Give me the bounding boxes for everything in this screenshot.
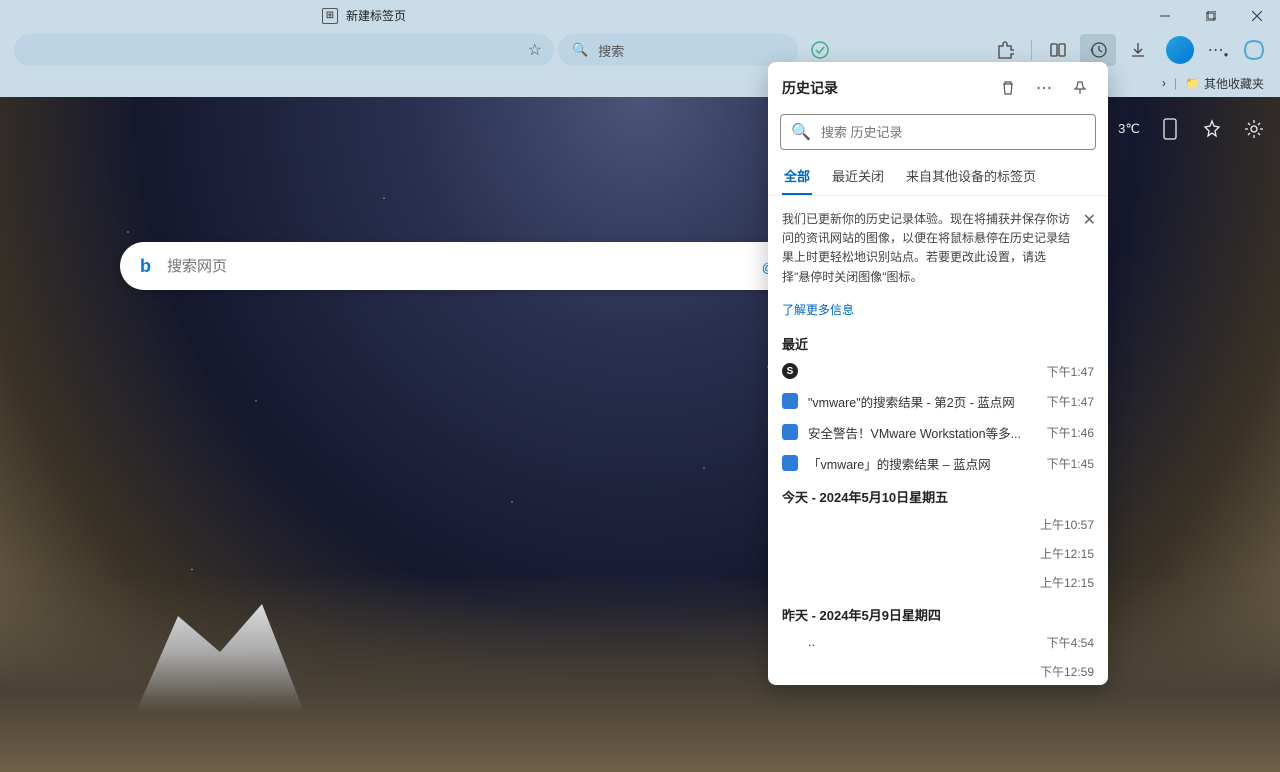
section-today: 今天 - 2024年5月10日星期五: [768, 479, 1108, 510]
favicon: [782, 663, 798, 679]
mobile-icon[interactable]: [1158, 117, 1182, 141]
chevron-right-icon[interactable]: ›: [1154, 76, 1174, 90]
favicon: [782, 516, 798, 532]
profile-avatar[interactable]: [1166, 36, 1194, 64]
history-item[interactable]: 上午10:57: [768, 510, 1108, 539]
history-item-time: 下午4:54: [1047, 634, 1094, 651]
minimize-button[interactable]: [1142, 0, 1188, 31]
more-icon[interactable]: ⋯●: [1204, 34, 1232, 66]
titlebar: ⊞ 新建标签页: [0, 0, 1280, 31]
history-item-title: ..: [808, 635, 1037, 649]
pin-icon[interactable]: [1066, 74, 1094, 102]
close-button[interactable]: [1234, 0, 1280, 31]
history-notice: 我们已更新你的历史记录体验。现在将捕获并保存你访问的资讯网站的图像，以便在将鼠标…: [780, 206, 1096, 291]
history-search-input[interactable]: [821, 125, 1085, 140]
history-item[interactable]: S 下午1:47: [768, 357, 1108, 386]
history-item-title: "vmware"的搜索结果 - 第2页 - 蓝点网: [808, 392, 1037, 411]
favicon: [782, 393, 798, 409]
history-item-time: 上午10:57: [1040, 516, 1094, 533]
notice-text: 我们已更新你的历史记录体验。现在将捕获并保存你访问的资讯网站的图像，以便在将鼠标…: [782, 212, 1070, 284]
favicon: S: [782, 363, 798, 379]
folder-icon: 📁: [1185, 76, 1200, 90]
newtab-icon: ⊞: [322, 8, 338, 24]
bing-logo-icon: b: [140, 256, 151, 277]
address-bar[interactable]: ☆: [14, 34, 554, 66]
ntp-search-input[interactable]: [167, 258, 746, 275]
search-placeholder: 搜索: [598, 41, 624, 60]
history-item-time: 上午12:15: [1040, 545, 1094, 562]
learn-more-link[interactable]: 了解更多信息: [782, 301, 1094, 318]
history-item-time: 下午1:47: [1047, 363, 1094, 380]
history-item[interactable]: 安全警告！VMware Workstation等多... 下午1:46: [768, 417, 1108, 448]
favicon: [782, 424, 798, 440]
other-bookmarks[interactable]: 📁 其他收藏夹: [1177, 75, 1272, 92]
history-item-title: 安全警告！VMware Workstation等多...: [808, 423, 1037, 442]
search-icon: 🔍: [572, 42, 588, 58]
section-yesterday: 昨天 - 2024年5月9日星期四: [768, 597, 1108, 628]
ntp-top-right: 3℃: [1118, 117, 1266, 141]
settings-icon[interactable]: [1242, 117, 1266, 141]
history-item-time: 上午12:15: [1040, 574, 1094, 591]
history-item[interactable]: "vmware"的搜索结果 - 第2页 - 蓝点网下午1:47: [768, 386, 1108, 417]
history-body: 我们已更新你的历史记录体验。现在将捕获并保存你访问的资讯网站的图像，以便在将鼠标…: [768, 196, 1108, 685]
history-panel: 历史记录 ⋯ 🔍 全部 最近关闭 来自其他设备的标签页 我们已更新你的历史记录体…: [768, 62, 1108, 685]
favicon: [782, 545, 798, 561]
other-bookmarks-label: 其他收藏夹: [1204, 75, 1264, 92]
tab-title: 新建标签页: [346, 7, 406, 24]
history-item[interactable]: 下午12:59: [768, 657, 1108, 685]
tab-all[interactable]: 全部: [782, 160, 812, 195]
downloads-icon[interactable]: [1120, 34, 1156, 66]
more-options-icon[interactable]: ⋯: [1030, 74, 1058, 102]
temperature[interactable]: 3℃: [1118, 121, 1140, 137]
history-item-title: 「vmware」的搜索结果 – 蓝点网: [808, 454, 1037, 473]
history-search[interactable]: 🔍: [780, 114, 1096, 150]
search-icon: 🔍: [791, 122, 811, 142]
favorite-icon[interactable]: ☆: [528, 40, 542, 60]
history-item[interactable]: .. 下午4:54: [768, 628, 1108, 657]
window-controls: [1142, 0, 1280, 31]
notice-close-icon[interactable]: ✕: [1083, 208, 1096, 234]
history-item-time: 下午12:59: [1040, 663, 1094, 680]
history-item[interactable]: 上午12:15: [768, 568, 1108, 597]
favicon: [782, 574, 798, 590]
section-recent: 最近: [768, 326, 1108, 357]
tab-recently-closed[interactable]: 最近关闭: [830, 160, 886, 195]
favicon: [782, 455, 798, 471]
history-title: 历史记录: [782, 78, 986, 98]
history-item[interactable]: 上午12:15: [768, 539, 1108, 568]
delete-history-icon[interactable]: [994, 74, 1022, 102]
history-item-time: 下午1:46: [1047, 424, 1094, 441]
history-item-time: 下午1:47: [1047, 393, 1094, 410]
toolbar-search[interactable]: 🔍 搜索: [558, 34, 798, 66]
history-item[interactable]: 「vmware」的搜索结果 – 蓝点网下午1:45: [768, 448, 1108, 479]
history-header: 历史记录 ⋯: [768, 62, 1108, 110]
history-item-time: 下午1:45: [1047, 455, 1094, 472]
tab-other-devices[interactable]: 来自其他设备的标签页: [904, 160, 1038, 195]
copilot-icon[interactable]: [1236, 34, 1272, 66]
history-tabs: 全部 最近关闭 来自其他设备的标签页: [768, 160, 1108, 196]
maximize-button[interactable]: [1188, 0, 1234, 31]
browser-tab[interactable]: ⊞ 新建标签页: [310, 7, 418, 24]
favicon: [782, 634, 798, 650]
rewards-icon[interactable]: [1200, 117, 1224, 141]
